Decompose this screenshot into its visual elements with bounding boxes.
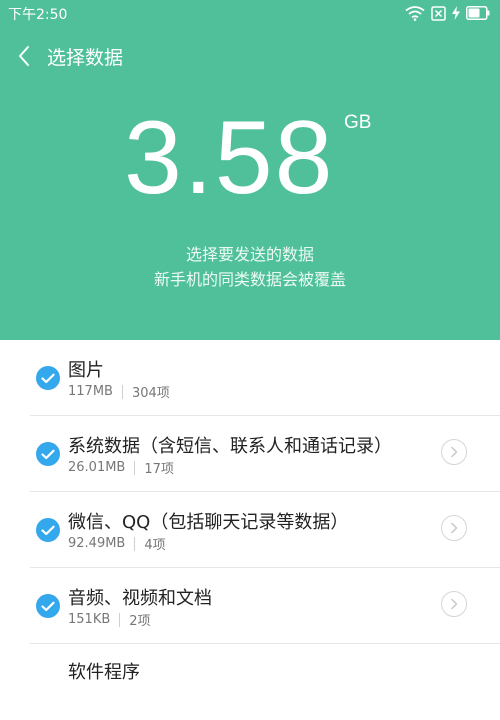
status-bar: 下午2:50	[0, 0, 500, 26]
total-size-unit: GB	[344, 112, 372, 133]
item-title: 图片	[68, 360, 104, 381]
summary-description: 选择要发送的数据 新手机的同类数据会被覆盖	[0, 242, 500, 292]
item-count: 304项	[131, 386, 170, 401]
list-item-audio-video-docs[interactable]: 音频、视频和文档 151KB 2项	[0, 568, 500, 644]
chevron-right-icon	[451, 522, 458, 534]
item-size: 26.01MB	[68, 460, 126, 475]
item-meta: 26.01MB 17项	[68, 458, 174, 477]
item-title: 音频、视频和文档	[68, 588, 212, 609]
checkmark-icon	[41, 449, 55, 459]
total-size-value: 3.58	[124, 100, 335, 216]
list-item-apps[interactable]: 软件程序	[0, 644, 500, 720]
item-count: 17项	[144, 462, 174, 477]
header-bar: 选择数据	[0, 36, 500, 76]
checkmark-icon	[41, 601, 55, 611]
checkmark-icon	[41, 373, 55, 383]
checkmark-icon	[41, 525, 55, 535]
chevron-right-icon	[451, 446, 458, 458]
detail-button[interactable]	[441, 515, 467, 541]
checkbox-checked[interactable]	[36, 594, 60, 618]
meta-separator	[119, 612, 121, 627]
item-meta: 92.49MB 4项	[68, 534, 166, 553]
wifi-icon	[405, 5, 425, 21]
list-item-system-data[interactable]: 系统数据（含短信、联系人和通话记录） 26.01MB 17项	[0, 416, 500, 492]
item-title: 微信、QQ（包括聊天记录等数据）	[68, 512, 349, 533]
item-size: 92.49MB	[68, 536, 126, 551]
list-item-photos[interactable]: 图片 117MB 304项	[0, 340, 500, 416]
list-item-wechat-qq[interactable]: 微信、QQ（包括聊天记录等数据） 92.49MB 4项	[0, 492, 500, 568]
status-icons	[405, 3, 490, 23]
checkbox-checked[interactable]	[36, 366, 60, 390]
chevron-left-icon	[19, 46, 29, 66]
status-time: 下午2:50	[8, 7, 68, 23]
summary-panel: 下午2:50 选择数据 3.58 GB 选择要发送的数据 新手机的同类数据会被覆…	[0, 0, 500, 340]
detail-button[interactable]	[441, 439, 467, 465]
detail-button[interactable]	[441, 591, 467, 617]
page-title: 选择数据	[47, 47, 124, 69]
charging-bolt-icon	[452, 6, 460, 20]
checkbox-checked[interactable]	[36, 442, 60, 466]
summary-line-2: 新手机的同类数据会被覆盖	[153, 270, 346, 289]
summary-line-1: 选择要发送的数据	[185, 245, 314, 264]
back-button[interactable]	[12, 40, 36, 72]
item-title: 软件程序	[68, 662, 140, 683]
meta-separator	[134, 536, 136, 551]
item-meta: 151KB 2项	[68, 610, 151, 629]
meta-separator	[121, 384, 123, 399]
battery-icon	[466, 6, 490, 20]
item-count: 4项	[144, 538, 166, 553]
item-title: 系统数据（含短信、联系人和通话记录）	[68, 436, 392, 457]
item-meta: 117MB 304项	[68, 382, 170, 401]
item-count: 2项	[129, 614, 151, 629]
meta-separator	[134, 460, 136, 475]
data-category-list: 图片 117MB 304项 系统数据（含短信、联系人和通话记录） 26.01MB…	[0, 340, 500, 683]
sim-blocked-icon	[431, 5, 446, 21]
item-size: 151KB	[68, 612, 111, 627]
item-size: 117MB	[68, 384, 113, 399]
checkbox-checked[interactable]	[36, 518, 60, 542]
chevron-right-icon	[451, 598, 458, 610]
